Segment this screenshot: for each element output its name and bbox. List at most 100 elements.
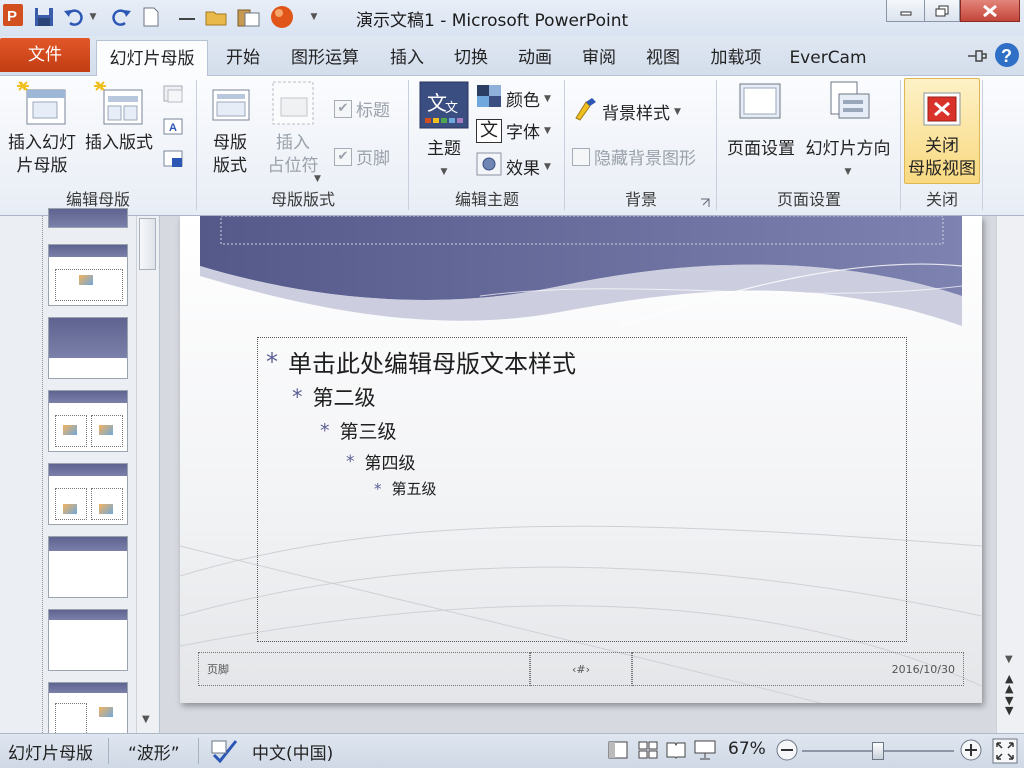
body-text-placeholder[interactable]: * 单击此处编辑母版文本样式 * 第二级 * 第三级 * 第四级 * 第五级 xyxy=(257,337,907,642)
help-icon[interactable]: ? xyxy=(994,42,1020,68)
delete-slide-icon[interactable] xyxy=(162,84,186,108)
insert-layout-button[interactable]: 插入版式 xyxy=(80,80,158,184)
zoom-level[interactable]: 67% xyxy=(728,739,766,759)
slide-sorter-icon[interactable] xyxy=(638,741,658,764)
tab-review[interactable]: 审阅 xyxy=(570,40,628,76)
page-setup-button[interactable]: 页面设置 xyxy=(720,80,802,184)
slide-thumbnail[interactable] xyxy=(48,390,128,452)
status-language[interactable]: 中文(中国) xyxy=(252,739,333,764)
background-styles-button[interactable]: 背景样式 ▼ xyxy=(572,96,681,127)
date-placeholder[interactable]: 2016/10/30 xyxy=(632,652,964,686)
spell-check-icon[interactable] xyxy=(210,737,240,768)
restore-button[interactable] xyxy=(924,0,960,22)
slide-number-placeholder[interactable]: ‹#› xyxy=(530,652,632,686)
tab-view[interactable]: 视图 xyxy=(634,40,692,76)
tab-addins[interactable]: 加载项 xyxy=(698,40,774,76)
group-label-close: 关闭 xyxy=(925,190,958,209)
group-label-background: 背景 xyxy=(624,190,657,209)
slide-orientation-button[interactable]: 幻灯片方向 ▼ xyxy=(800,80,896,184)
zoom-out-button[interactable] xyxy=(776,739,798,766)
customize-qat-icon[interactable]: ▼ xyxy=(306,6,322,28)
ribbon-separator xyxy=(982,80,983,210)
record-icon[interactable] xyxy=(268,6,296,28)
slide-thumbnail[interactable] xyxy=(48,536,128,598)
normal-view-icon[interactable] xyxy=(608,741,628,764)
close-window-button[interactable] xyxy=(960,0,1020,22)
thumb-picture xyxy=(99,707,113,717)
title-checkbox[interactable]: ✔ 标题 xyxy=(334,96,390,121)
ribbon-separator xyxy=(196,80,197,210)
slide-scrollbar[interactable]: ▼ ▲ ▲ ▼ ▼ xyxy=(996,216,1024,733)
new-icon[interactable] xyxy=(140,6,162,28)
fit-to-window-icon[interactable] xyxy=(992,738,1018,768)
insert-placeholder-icon xyxy=(260,80,326,132)
slide-orientation-icon xyxy=(800,80,896,138)
previous-slide-icon[interactable]: ▲ ▲ xyxy=(1005,673,1013,694)
text-level-2: * 第二级 xyxy=(292,382,376,412)
slide-thumbnail[interactable] xyxy=(48,317,128,379)
zoom-slider[interactable] xyxy=(802,742,954,760)
zoom-in-button[interactable] xyxy=(960,739,982,766)
pin-ribbon-icon[interactable] xyxy=(966,46,988,66)
bullet-icon: * xyxy=(292,385,303,409)
slide-orientation-dropdown-icon: ▼ xyxy=(844,167,852,177)
minus-icon[interactable] xyxy=(176,6,198,28)
open-icon[interactable] xyxy=(204,6,230,28)
close-master-view-button[interactable]: 关闭 母版视图 xyxy=(904,78,980,184)
svg-text:文: 文 xyxy=(427,91,447,115)
slide-orientation-label: 幻灯片方向 xyxy=(805,139,891,159)
redo-icon[interactable] xyxy=(110,6,134,28)
slide-thumbnail[interactable] xyxy=(48,208,128,228)
preserve-icon[interactable] xyxy=(162,148,186,172)
thumb-picture xyxy=(63,504,77,514)
themes-button[interactable]: 文文 主题 ▼ xyxy=(416,80,472,184)
hide-background-checkbox[interactable]: 隐藏背景图形 xyxy=(572,144,696,169)
master-layout-button[interactable]: 母版 版式 xyxy=(204,80,256,184)
fonts-button[interactable]: 文 字体 ▼ xyxy=(476,118,551,143)
next-slide-icon[interactable]: ▼ ▼ xyxy=(1005,695,1013,716)
bullet-icon: * xyxy=(346,451,355,472)
slide-master-canvas[interactable]: * 单击此处编辑母版文本样式 * 第二级 * 第三级 * 第四级 * 第五级 页脚 ‹#›… xyxy=(180,216,982,703)
save-icon[interactable] xyxy=(32,6,56,28)
scroll-down-arrow-icon[interactable]: ▼ xyxy=(142,714,150,725)
slide-editing-area: * 单击此处编辑母版文本样式 * 第二级 * 第三级 * 第四级 * 第五级 页脚 ‹#›… xyxy=(160,216,996,733)
slide-thumbnail[interactable] xyxy=(48,609,128,671)
text-level-4-label: 第四级 xyxy=(364,454,416,474)
tab-shape-ops[interactable]: 图形运算 xyxy=(278,40,372,76)
tab-animations[interactable]: 动画 xyxy=(506,40,564,76)
tab-insert[interactable]: 插入 xyxy=(378,40,436,76)
paste-icon[interactable] xyxy=(234,6,264,28)
rename-icon[interactable]: A xyxy=(162,116,186,140)
colors-button[interactable]: 颜色 ▼ xyxy=(476,84,551,113)
themes-dropdown-icon: ▼ xyxy=(440,167,448,177)
tab-home[interactable]: 开始 xyxy=(214,40,272,76)
status-theme-name: “波形” xyxy=(128,744,180,764)
reading-view-icon[interactable] xyxy=(666,741,686,764)
title-checkbox-box: ✔ xyxy=(334,99,352,118)
thumbnail-scroll-thumb[interactable] xyxy=(139,218,156,270)
footer-placeholder[interactable]: 页脚 xyxy=(198,652,530,686)
tab-file[interactable]: 文件 xyxy=(0,38,90,72)
slide-thumbnail[interactable] xyxy=(48,463,128,525)
minimize-button[interactable] xyxy=(886,0,926,22)
effects-button[interactable]: 效果 ▼ xyxy=(476,152,551,181)
undo-dropdown-icon[interactable]: ▼ xyxy=(86,6,100,28)
thumbnail-scrollbar[interactable]: ▼ xyxy=(136,216,158,733)
tab-transitions[interactable]: 切换 xyxy=(442,40,500,76)
tab-evercam[interactable]: EverCam xyxy=(780,40,876,76)
zoom-slider-thumb[interactable] xyxy=(872,742,884,760)
slide-thumbnail[interactable] xyxy=(48,244,128,306)
ribbon-separator xyxy=(564,80,565,210)
group-page-setup: 页面设置 幻灯片方向 ▼ 页面设置 xyxy=(718,76,900,214)
footer-checkbox[interactable]: ✔ 页脚 xyxy=(334,144,390,169)
window-title: 演示文稿1 - Microsoft PowerPoint xyxy=(356,11,629,31)
slideshow-icon[interactable] xyxy=(694,740,716,765)
text-level-2-label: 第二级 xyxy=(312,386,376,410)
tab-slide-master[interactable]: 幻灯片母版 xyxy=(96,40,208,77)
text-level-3: * 第三级 xyxy=(320,417,397,444)
bullet-icon: * xyxy=(374,479,382,498)
scroll-down-arrow-icon[interactable]: ▼ xyxy=(1005,654,1013,665)
powerpoint-app-icon[interactable]: P xyxy=(2,4,24,26)
insert-slide-master-button[interactable]: 插入幻灯 片母版 xyxy=(4,80,80,184)
undo-icon[interactable] xyxy=(62,6,84,28)
